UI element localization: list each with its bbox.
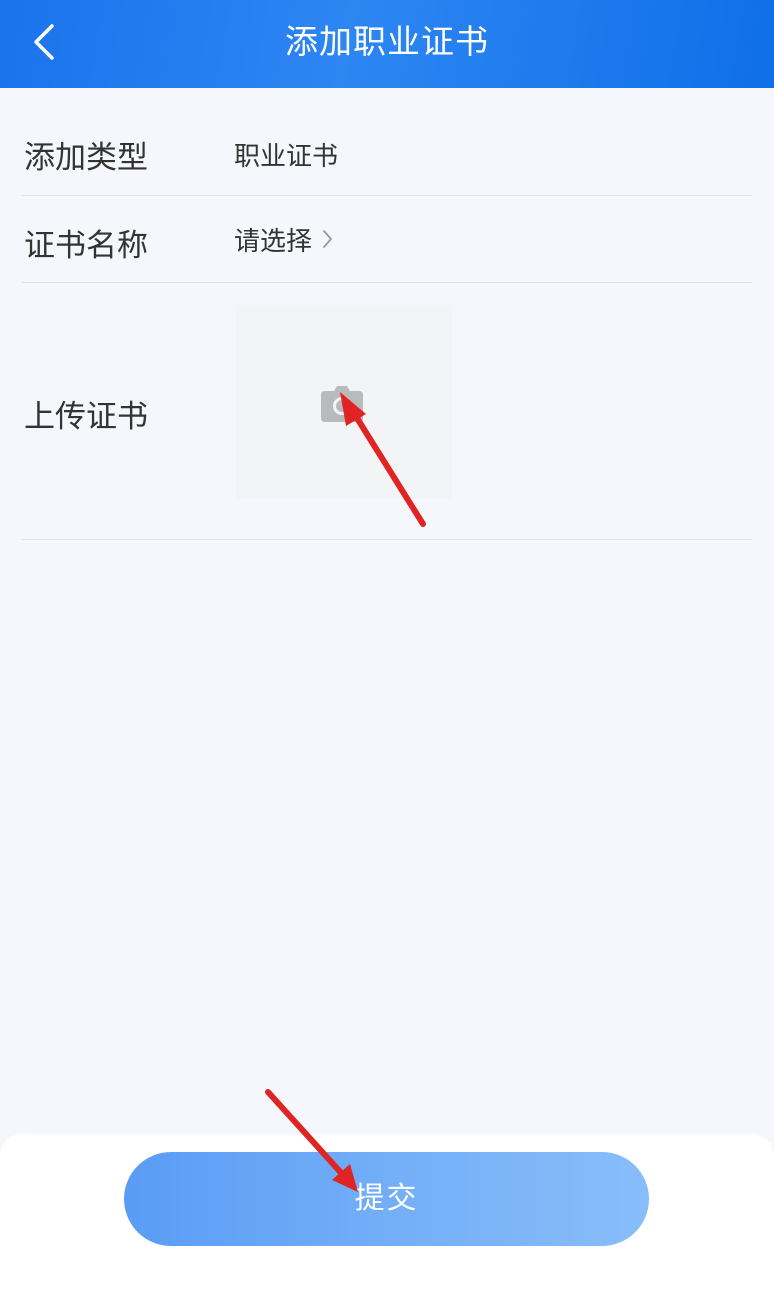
type-label: 添加类型 <box>24 140 148 176</box>
upload-certificate-box[interactable] <box>236 305 452 499</box>
type-value: 职业证书 <box>234 142 339 172</box>
chevron-right-icon <box>322 228 334 250</box>
submit-button[interactable]: 提交 <box>124 1152 649 1246</box>
form-row-type: 添加类型 职业证书 <box>22 108 752 196</box>
form-row-certificate-name: 证书名称 请选择 <box>22 196 752 283</box>
app-header: 添加职业证书 <box>0 0 774 88</box>
certificate-name-select[interactable]: 请选择 <box>234 216 334 262</box>
certificate-name-placeholder: 请选择 <box>234 226 313 257</box>
upload-label: 上传证书 <box>24 399 148 435</box>
camera-icon <box>321 386 363 422</box>
certificate-name-label: 证书名称 <box>24 228 148 264</box>
page-title: 添加职业证书 <box>285 22 489 61</box>
form-row-upload: 上传证书 <box>22 283 752 540</box>
